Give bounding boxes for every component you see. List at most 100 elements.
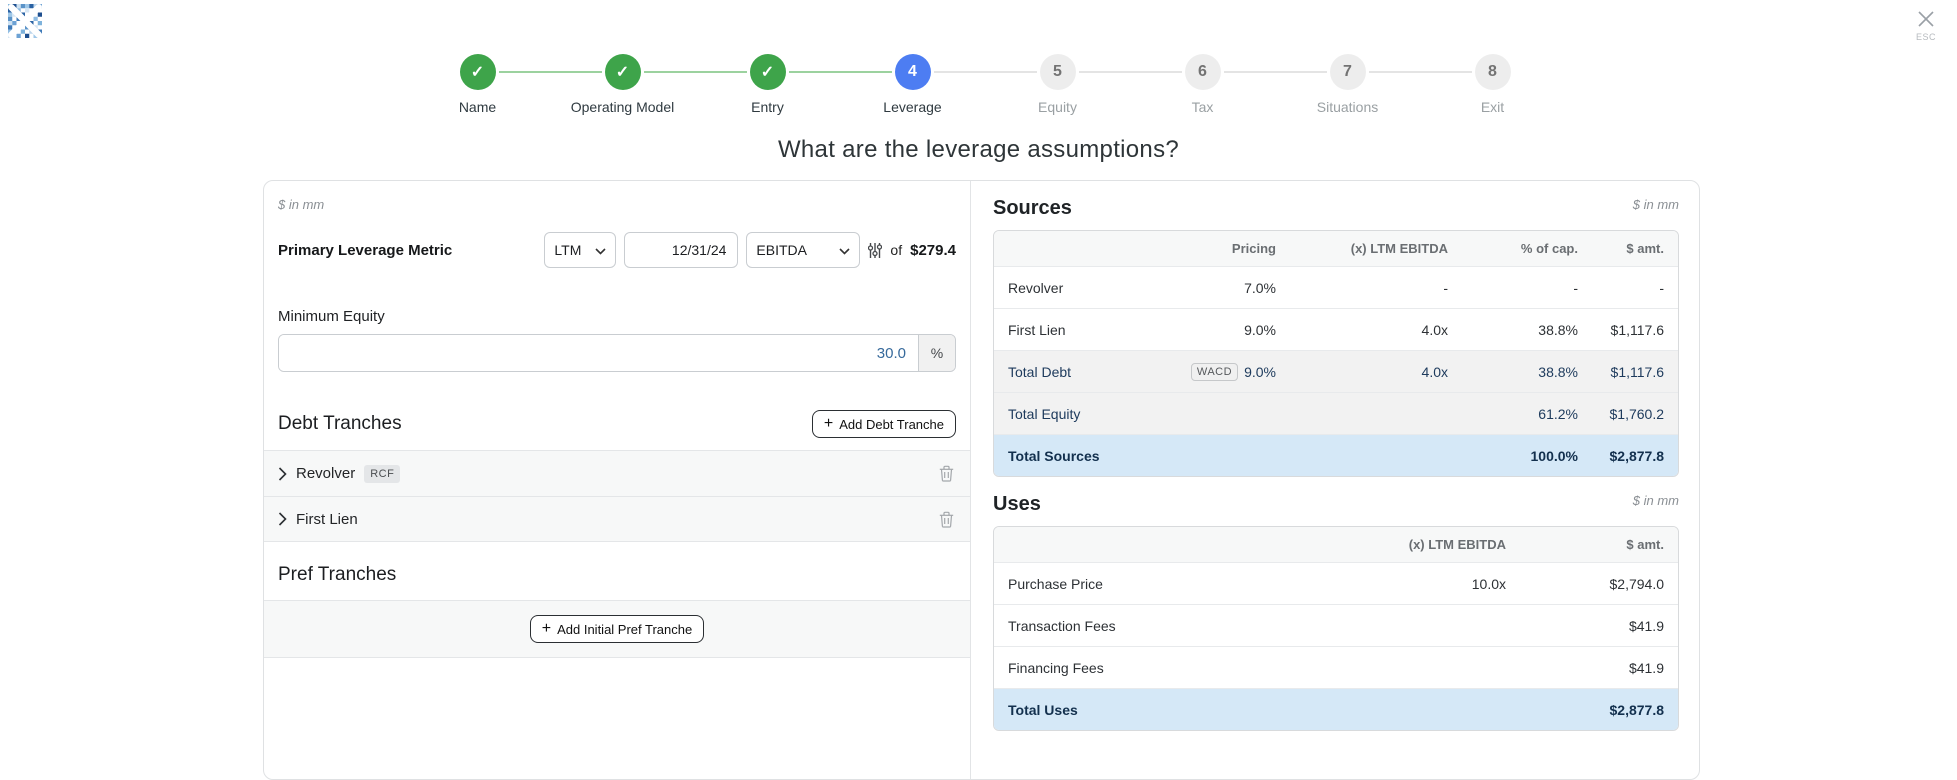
stepper-step-name[interactable]: ✓ Name	[405, 54, 550, 115]
sources-table: Pricing(x) LTM EBITDA% of cap.$ amt. Revo…	[993, 230, 1679, 477]
step-number: 5	[1040, 54, 1076, 90]
add-debt-tranche-label: Add Debt Tranche	[839, 417, 944, 432]
add-initial-pref-tranche-button[interactable]: + Add Initial Pref Tranche	[530, 615, 704, 643]
plus-icon: +	[824, 416, 833, 432]
metric-select-value: EBITDA	[756, 242, 807, 258]
stepper-connector	[1224, 71, 1327, 73]
sources-cell-pricing: 7.0%	[1138, 280, 1288, 296]
sources-cell-cap: 100.0%	[1460, 448, 1590, 464]
sources-cell-amt: $2,877.8	[1590, 448, 1678, 464]
close-button[interactable]: ESC	[1909, 8, 1943, 42]
add-initial-pref-tranche-label: Add Initial Pref Tranche	[557, 622, 692, 637]
sources-col-header: % of cap.	[1460, 241, 1590, 256]
uses-table: (x) LTM EBITDA$ amt.Purchase Price10.0x$…	[993, 526, 1679, 731]
chevron-down-icon	[839, 242, 850, 258]
sources-uses-column: Sources $ in mm Pricing(x) LTM EBITDA% o…	[971, 181, 1699, 779]
esc-label: ESC	[1909, 32, 1943, 42]
stepper-connector	[789, 71, 892, 73]
pref-tranches-header: Pref Tranches	[264, 564, 970, 600]
minimum-equity-group: %	[278, 334, 956, 372]
uses-row-name: Financing Fees	[994, 660, 1293, 676]
sources-cell-pricing: 9.0%	[1138, 322, 1288, 338]
step-check-icon: ✓	[750, 54, 786, 90]
assumptions-column: $ in mm Primary Leverage Metric LTM EBIT…	[264, 181, 971, 779]
step-number: 7	[1330, 54, 1366, 90]
sources-title: Sources	[993, 197, 1072, 220]
stepper-step-tax[interactable]: 6 Tax	[1130, 54, 1275, 115]
delete-tranche-button[interactable]	[937, 463, 956, 484]
metric-amount: $279.4	[910, 242, 956, 259]
stepper-connector	[644, 71, 747, 73]
step-label: Equity	[1038, 99, 1077, 115]
uses-title: Uses	[993, 493, 1041, 516]
sources-col-header: $ amt.	[1590, 241, 1678, 256]
pricing-value: 9.0%	[1244, 322, 1276, 338]
metric-date-input[interactable]	[624, 232, 738, 268]
chevron-right-icon	[278, 512, 287, 526]
app-logo	[8, 4, 42, 38]
sources-cell-amt: $1,117.6	[1590, 322, 1678, 338]
pricing-value: 7.0%	[1244, 280, 1276, 296]
uses-cell-ltm: 10.0x	[1293, 576, 1518, 592]
step-check-icon: ✓	[460, 54, 496, 90]
uses-cell-amt: $41.9	[1518, 660, 1678, 676]
uses-row: Transaction Fees$41.9	[994, 604, 1678, 646]
period-select[interactable]: LTM	[544, 232, 616, 268]
step-label: Tax	[1192, 99, 1214, 115]
minimum-equity-input[interactable]	[279, 335, 918, 371]
period-select-value: LTM	[554, 242, 581, 258]
percent-suffix: %	[918, 335, 955, 371]
uses-row: Total Uses$2,877.8	[994, 688, 1678, 730]
debt-tranches-title: Debt Tranches	[278, 413, 402, 435]
sources-cell-amt: $1,117.6	[1590, 364, 1678, 380]
uses-header-row: (x) LTM EBITDA$ amt.	[994, 527, 1678, 562]
sources-cell-pricing: WACD9.0%	[1138, 363, 1288, 381]
sources-row-name: Revolver	[994, 280, 1138, 296]
stepper-step-entry[interactable]: ✓Entry	[695, 54, 840, 115]
uses-col-header: $ amt.	[1518, 537, 1678, 552]
sources-cell-cap: 61.2%	[1460, 406, 1590, 422]
step-number: 6	[1185, 54, 1221, 90]
step-label: Name	[459, 99, 496, 115]
debt-tranche-list: RevolverRCF First Lien	[264, 450, 970, 542]
sources-cell-amt: -	[1590, 280, 1678, 296]
debt-tranche-row[interactable]: RevolverRCF	[264, 450, 970, 496]
stepper-step-operating-model[interactable]: ✓Operating Model	[550, 54, 695, 115]
sources-row: Total DebtWACD9.0%4.0x38.8%$1,117.6	[994, 350, 1678, 392]
units-note: $ in mm	[1633, 197, 1679, 212]
debt-tranche-row[interactable]: First Lien	[264, 496, 970, 542]
uses-col-header: (x) LTM EBITDA	[1293, 537, 1518, 552]
pref-tranche-empty-row: + Add Initial Pref Tranche	[264, 600, 970, 658]
step-label: Leverage	[883, 99, 941, 115]
sliders-icon[interactable]	[868, 242, 882, 259]
uses-row: Financing Fees $41.9	[994, 646, 1678, 688]
chevron-down-icon	[595, 242, 606, 258]
plus-icon: +	[542, 621, 551, 637]
add-debt-tranche-button[interactable]: + Add Debt Tranche	[812, 410, 956, 438]
sources-col-header: Pricing	[1138, 241, 1288, 256]
units-note: $ in mm	[1633, 493, 1679, 508]
step-number: 8	[1475, 54, 1511, 90]
step-check-icon: ✓	[605, 54, 641, 90]
step-number: 4	[895, 54, 931, 90]
sources-row: First Lien9.0%4.0x38.8%$1,117.6	[994, 308, 1678, 350]
stepper-step-exit[interactable]: 8Exit	[1420, 54, 1565, 115]
uses-row-name: Purchase Price	[994, 576, 1293, 592]
sources-row-name: Total Sources	[994, 448, 1138, 464]
stepper-connector	[1369, 71, 1472, 73]
minimum-equity-label: Minimum Equity	[264, 308, 970, 325]
sources-row-name: Total Equity	[994, 406, 1138, 422]
stepper-step-leverage[interactable]: 4 Leverage	[840, 54, 985, 115]
metric-select[interactable]: EBITDA	[746, 232, 860, 268]
units-note: $ in mm	[264, 197, 970, 212]
sources-header-row: Pricing(x) LTM EBITDA% of cap.$ amt.	[994, 231, 1678, 266]
primary-metric-row: Primary Leverage Metric LTM EBITDA of $2…	[264, 232, 970, 268]
tranche-name: First Lien	[296, 511, 358, 528]
stepper-step-equity[interactable]: 5 Equity	[985, 54, 1130, 115]
page-title: What are the leverage assumptions?	[0, 136, 1957, 164]
chevron-right-icon	[278, 467, 287, 481]
delete-tranche-button[interactable]	[937, 509, 956, 530]
uses-cell-amt: $2,794.0	[1518, 576, 1678, 592]
stepper-step-situations[interactable]: 7Situations	[1275, 54, 1420, 115]
uses-row-name: Transaction Fees	[994, 618, 1293, 634]
